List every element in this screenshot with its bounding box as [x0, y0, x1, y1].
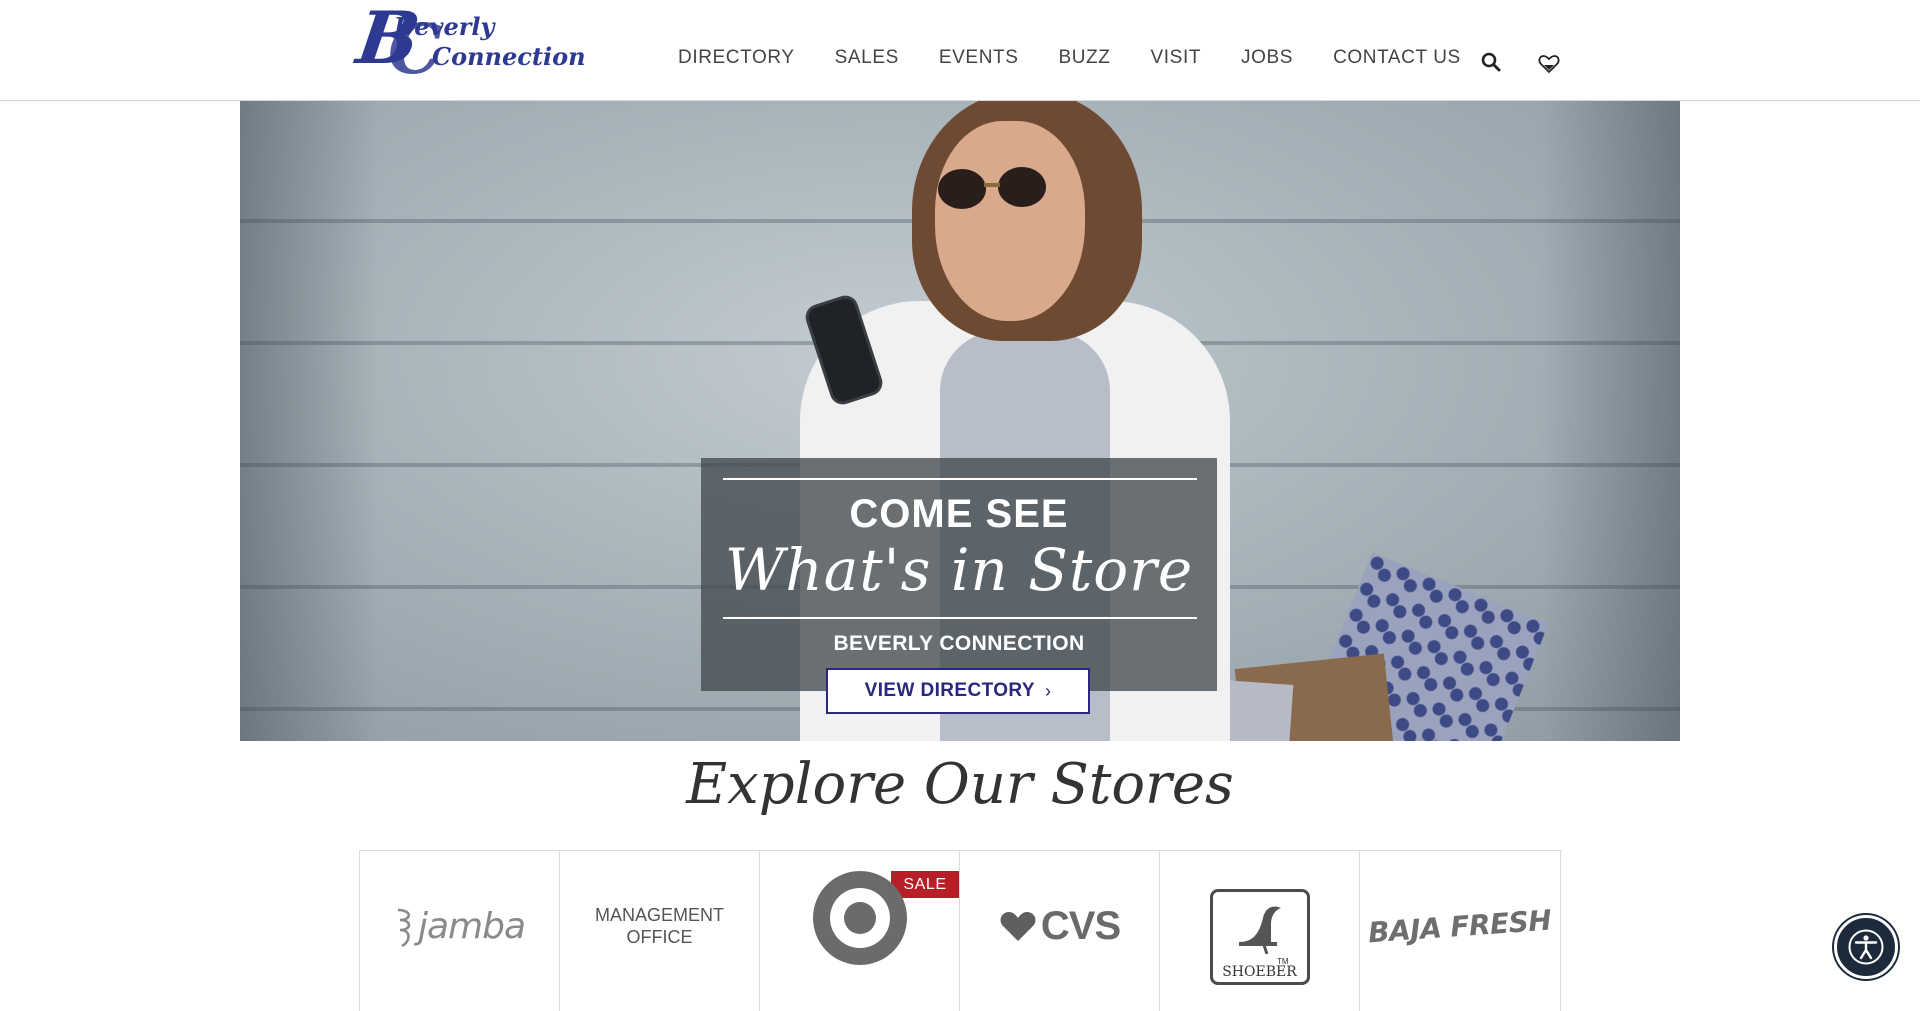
store-logo-shoeber: TM SHOEBER: [1209, 889, 1310, 985]
hero-banner: COME SEE What's in Store BEVERLY CONNECT…: [240, 101, 1680, 741]
view-directory-button[interactable]: VIEW DIRECTORY ›: [826, 668, 1090, 714]
store-tile-shoeber[interactable]: TM SHOEBER: [1160, 851, 1360, 1011]
mgmt-line2: OFFICE: [626, 927, 693, 947]
view-directory-label: VIEW DIRECTORY: [864, 680, 1035, 701]
jamba-swirl-icon: [397, 908, 411, 948]
cvs-heart-icon: [1000, 912, 1036, 941]
section-title: Explore Our Stores: [686, 752, 1234, 817]
logo-word-beverly: Beverly: [394, 12, 495, 41]
store-logo-baja-fresh: BAJA FRESH: [1367, 903, 1553, 949]
store-logo-management-office: MANAGEMENT OFFICE: [595, 904, 724, 948]
store-tile-management-office[interactable]: MANAGEMENT OFFICE: [560, 851, 760, 1011]
hero-line2: What's in Store: [724, 536, 1194, 604]
hero-shade-right: [1540, 101, 1680, 741]
store-tile-baja-fresh[interactable]: BAJA FRESH: [1360, 851, 1561, 1011]
store-tile-cvs[interactable]: CVS: [960, 851, 1160, 1011]
overlay-divider-top: [723, 478, 1197, 480]
nav-directory[interactable]: DIRECTORY: [678, 16, 795, 85]
accessibility-icon: [1848, 929, 1884, 965]
nav-events[interactable]: EVENTS: [939, 16, 1019, 85]
nav-jobs[interactable]: JOBS: [1241, 16, 1293, 85]
nav-visit[interactable]: VISIT: [1151, 16, 1202, 85]
nav-buzz[interactable]: BUZZ: [1059, 16, 1111, 85]
mgmt-line1: MANAGEMENT: [594, 905, 724, 925]
store-logo-cvs: CVS: [1040, 903, 1121, 948]
nav-sales[interactable]: SALES: [835, 16, 899, 85]
heart-icon[interactable]: [1538, 54, 1560, 74]
search-icon[interactable]: [1481, 52, 1501, 72]
store-tile-jamba[interactable]: jamba: [360, 851, 560, 1011]
store-logo-jamba: jamba: [417, 905, 526, 947]
nav-contact-us[interactable]: CONTACT US: [1333, 16, 1461, 85]
target-logo-icon: [812, 871, 907, 965]
chevron-right-icon: ›: [1044, 680, 1052, 701]
site-logo[interactable]: B C Beverly Connection: [352, 0, 585, 92]
store-tile-target[interactable]: SALE: [760, 851, 960, 1011]
hero-line1: COME SEE: [849, 492, 1069, 536]
sunglasses-image: [938, 167, 1046, 209]
shoeber-label: SHOEBER: [1222, 964, 1297, 980]
hero-subtitle: BEVERLY CONNECTION: [833, 632, 1085, 655]
hero-shade-left: [240, 101, 380, 741]
overlay-divider-bottom: [723, 617, 1197, 619]
accessibility-button[interactable]: [1834, 915, 1898, 979]
main-nav: DIRECTORY SALES EVENTS BUZZ VISIT JOBS C…: [678, 0, 1499, 100]
hero-overlay: COME SEE What's in Store BEVERLY CONNECT…: [701, 458, 1217, 691]
site-header: B C Beverly Connection DIRECTORY SALES E…: [0, 0, 1920, 101]
store-grid: jamba MANAGEMENT OFFICE SALE CVS TM SHOE…: [359, 850, 1562, 1011]
logo-word-connection: Connection: [432, 42, 586, 71]
high-heel-icon: [1238, 906, 1281, 954]
hero-person-face: [935, 121, 1085, 321]
